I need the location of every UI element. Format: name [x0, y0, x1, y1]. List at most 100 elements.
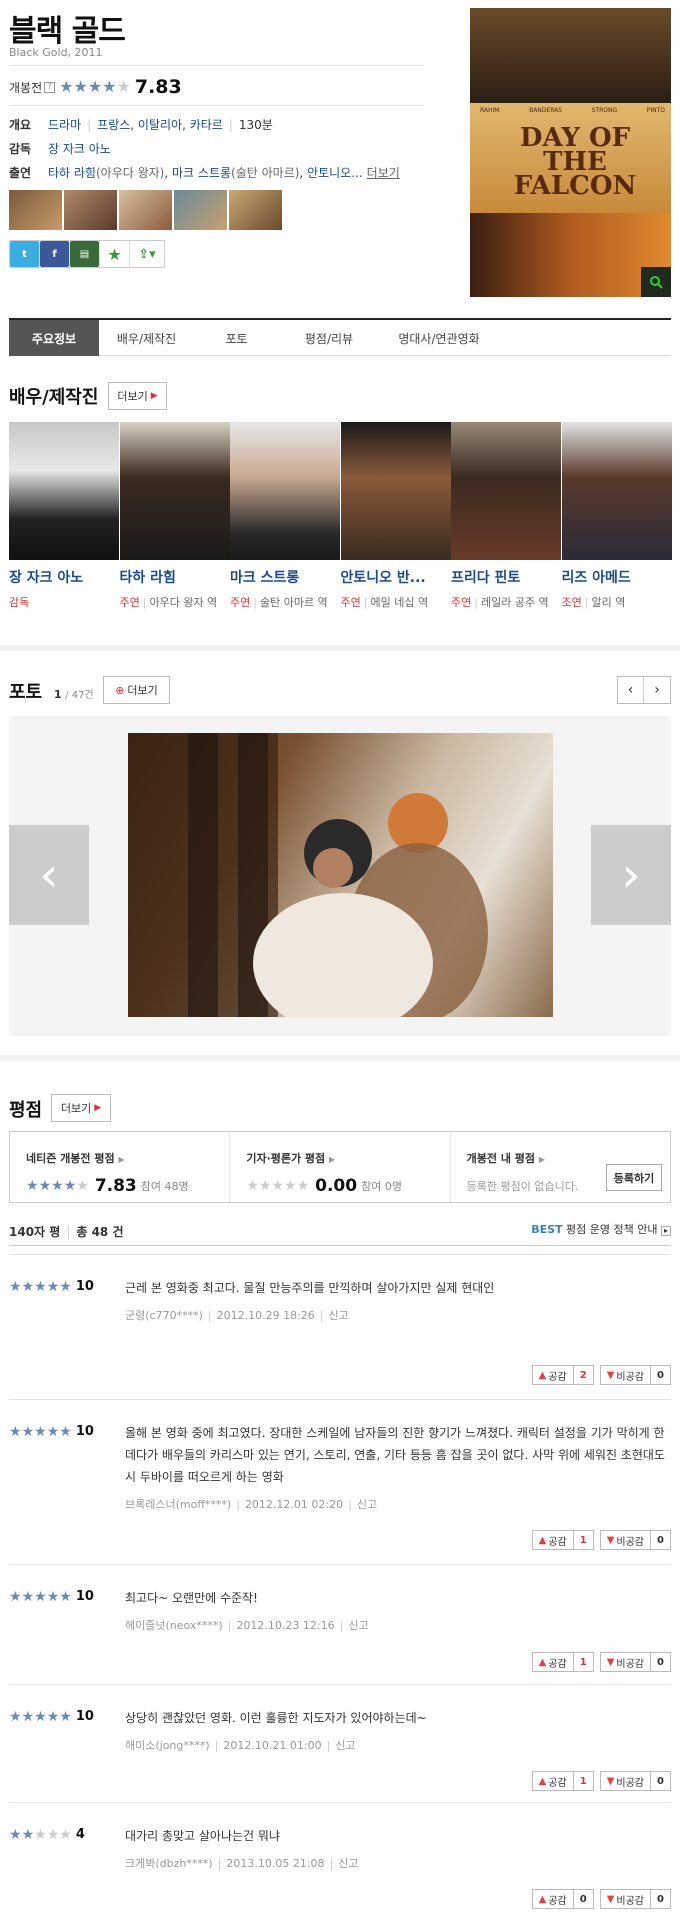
person-photo[interactable] — [9, 422, 119, 560]
tab-rating-review[interactable]: 평점/리뷰 — [279, 320, 379, 356]
chevron-right-icon: ▶ — [538, 1155, 546, 1164]
cast-item[interactable]: 리즈 아메드 조연 | 알리 역 — [561, 422, 672, 612]
report-link[interactable]: 신고 — [357, 1498, 377, 1511]
report-link[interactable]: 신고 — [348, 1619, 368, 1632]
review-text: 올해 본 영화 중에 최고였다. 장대한 스케일에 남자들의 진한 향기가 느껴… — [125, 1426, 665, 1484]
me2day-share-button[interactable]: ▤ — [70, 241, 100, 267]
review-item: ★ ★ ★ ★ ★ 10 최고다~ 오랜만에 수준작! 헤이즐넛(neox****) | 20… — [9, 1564, 671, 1684]
help-icon[interactable]: ? — [44, 81, 56, 93]
thumbs-up-icon: ▲ — [538, 1534, 547, 1546]
review-item: ★ ★ ★ ★ ★ 10 상당히 괜찮았던 영화. 이런 훌륭한 지도자가 있어야하는데~… — [9, 1684, 671, 1802]
report-link[interactable]: 신고 — [329, 1309, 349, 1322]
cast-more-link[interactable]: 더보기 — [367, 164, 400, 181]
dislike-button[interactable]: ▼ 비공감 0 — [599, 1771, 671, 1791]
photo-pager: ‹ › — [617, 676, 671, 704]
report-link[interactable]: 신고 — [335, 1739, 355, 1752]
chevron-right-icon: › — [621, 847, 641, 903]
review-user[interactable]: 브록레스너(moff****) — [125, 1498, 231, 1511]
cast-label: 출연 — [9, 166, 32, 180]
share-more-button[interactable]: ⇪▾ — [130, 241, 164, 267]
review-user[interactable]: 헤이즐넛(neox****) — [125, 1619, 223, 1632]
register-rating-button[interactable]: 등록하기 — [605, 1164, 662, 1191]
dislike-button[interactable]: ▼ 비공감 0 — [599, 1530, 671, 1550]
gallery-photo[interactable] — [128, 733, 553, 1017]
like-button[interactable]: ▲ 공감 1 — [531, 1771, 594, 1791]
country-link[interactable]: 프랑스, 이탈리아, 카타르 — [97, 118, 223, 132]
thumbs-down-icon: ▼ — [606, 1656, 615, 1668]
director-link[interactable]: 장 자크 아노 — [48, 142, 111, 156]
cast-link[interactable]: 타하 라힘 — [48, 166, 96, 180]
review-user[interactable]: 해미소(jong****) — [125, 1739, 210, 1752]
movie-poster[interactable]: RAHIM BANDERAS STRONG PINTO DAY OF THE FALC… — [470, 8, 671, 297]
photo-more-button[interactable]: ⊕ 더보기 — [103, 676, 170, 704]
dislike-button[interactable]: ▼ 비공감 0 — [599, 1652, 671, 1672]
cast-list: 장 자크 아노 감독 타하 라힘 주연 | 아우다 왕자 역 마크 스트롱 주연 | 술… — [9, 422, 672, 612]
tab-cast-crew[interactable]: 배우/제작진 — [99, 320, 194, 356]
person-photo[interactable] — [340, 422, 451, 560]
thumbs-down-icon: ▼ — [606, 1775, 615, 1787]
genre-link[interactable]: 드라마 — [48, 118, 81, 132]
photo-section-title: 포토 — [9, 682, 43, 703]
dislike-button[interactable]: ▼ 비공감 0 — [599, 1889, 671, 1909]
section-divider — [0, 1055, 680, 1061]
expand-icon: ▸ — [661, 1226, 671, 1236]
photo-gallery: ‹ › — [9, 716, 671, 1036]
gallery-next-button[interactable]: › — [591, 825, 671, 925]
review-text: 근레 본 영화중 최고다. 물질 만능주의를 만끽하며 살아가지만 실제 현대인 — [125, 1281, 495, 1295]
dislike-button[interactable]: ▼ 비공감 0 — [599, 1365, 671, 1385]
rating-score: 7.83 — [134, 76, 182, 98]
review-item: ★ ★ ★ ★ ★ 4 대가리 총맞고 살아나는건 뭐냐 크게봐(dbzh****) | 20… — [9, 1802, 671, 1923]
thumbs-down-icon: ▼ — [606, 1534, 615, 1546]
like-button[interactable]: ▲ 공감 2 — [531, 1365, 594, 1385]
person-photo[interactable] — [119, 422, 230, 560]
pager-next-button[interactable]: › — [644, 677, 670, 703]
my-rating: 개봉전 내 평점 ▶ 등록한 평점이 없습니다. 등록하기 — [451, 1132, 670, 1202]
cast-thumbnail[interactable] — [9, 190, 62, 230]
chevron-right-icon: ▶ — [118, 1155, 125, 1164]
review-user[interactable]: 군령(c770****) — [125, 1309, 203, 1322]
zoom-button[interactable] — [641, 267, 671, 297]
critic-rating[interactable]: 기자·평론가 평점 ▶ ★ ★ ★ ★ ★ 0.00 참여 0명 — [230, 1132, 451, 1202]
runtime: 130분 — [238, 118, 273, 132]
tab-main-info[interactable]: 주요정보 — [9, 320, 99, 356]
person-photo[interactable] — [561, 422, 672, 560]
cast-link[interactable]: 안토니오... — [307, 166, 363, 180]
rating-more-button[interactable]: 더보기 ▶ — [51, 1094, 111, 1122]
tab-quotes-related[interactable]: 명대사/연관영화 — [379, 320, 499, 356]
cast-thumbnail[interactable] — [119, 190, 172, 230]
like-button[interactable]: ▲ 공감 1 — [531, 1652, 594, 1672]
cast-more-button[interactable]: 더보기 ▶ — [108, 382, 167, 410]
like-button[interactable]: ▲ 공감 0 — [531, 1889, 594, 1909]
cast-thumbnail[interactable] — [64, 190, 117, 230]
person-photo[interactable] — [230, 422, 340, 560]
thumbs-down-icon: ▼ — [606, 1369, 615, 1381]
tab-photo[interactable]: 포토 — [194, 320, 279, 356]
pager-prev-button[interactable]: ‹ — [618, 677, 644, 703]
review-user[interactable]: 크게봐(dbzh****) — [125, 1857, 213, 1870]
gallery-prev-button[interactable]: ‹ — [9, 825, 89, 925]
photo-count: 1 / 47건 — [54, 688, 94, 701]
rating-stars: ★ ★ ★ ★ ★ — [26, 1178, 89, 1194]
cast-thumbnail[interactable] — [174, 190, 227, 230]
chevron-left-icon: ‹ — [39, 847, 59, 903]
thumbs-up-icon: ▲ — [538, 1656, 547, 1668]
best-policy-link[interactable]: BEST 평점 운영 정책 안내 ▸ — [531, 1221, 671, 1237]
star-icon: ★ — [87, 77, 103, 96]
netizen-rating[interactable]: 네티즌 개봉전 평점 ▶ ★ ★ ★ ★ ★ 7.83 참여 48명 — [10, 1132, 231, 1202]
twitter-share-button[interactable]: t — [10, 241, 40, 267]
person-photo[interactable] — [451, 422, 561, 560]
facebook-share-button[interactable]: f — [40, 241, 70, 267]
cast-item[interactable]: 마크 스트롱 주연 | 술탄 아마르 역 — [230, 422, 340, 612]
bookmark-share-button[interactable]: ★ — [100, 241, 130, 267]
cast-item[interactable]: 타하 라힘 주연 | 아우다 왕자 역 — [119, 422, 230, 612]
cast-item[interactable]: 장 자크 아노 감독 — [9, 422, 119, 612]
cast-item[interactable]: 프리다 핀토 주연 | 레일라 공주 역 — [451, 422, 561, 612]
cast-link[interactable]: 마크 스트롱 — [172, 166, 231, 180]
report-link[interactable]: 신고 — [338, 1857, 358, 1870]
cast-thumbnail[interactable] — [229, 190, 282, 230]
review-item: ★ ★ ★ ★ ★ 10 근레 본 영화중 최고다. 물질 만능주의를 만끽하며 살아가지… — [9, 1254, 671, 1399]
genre-label: 개요 — [9, 118, 32, 132]
cast-item[interactable]: 안토니오 반... 주연 | 에밀 네십 역 — [340, 422, 451, 612]
review-text: 상당히 괜찮았던 영화. 이런 훌륭한 지도자가 있어야하는데~ — [125, 1711, 427, 1725]
like-button[interactable]: ▲ 공감 1 — [531, 1530, 594, 1550]
